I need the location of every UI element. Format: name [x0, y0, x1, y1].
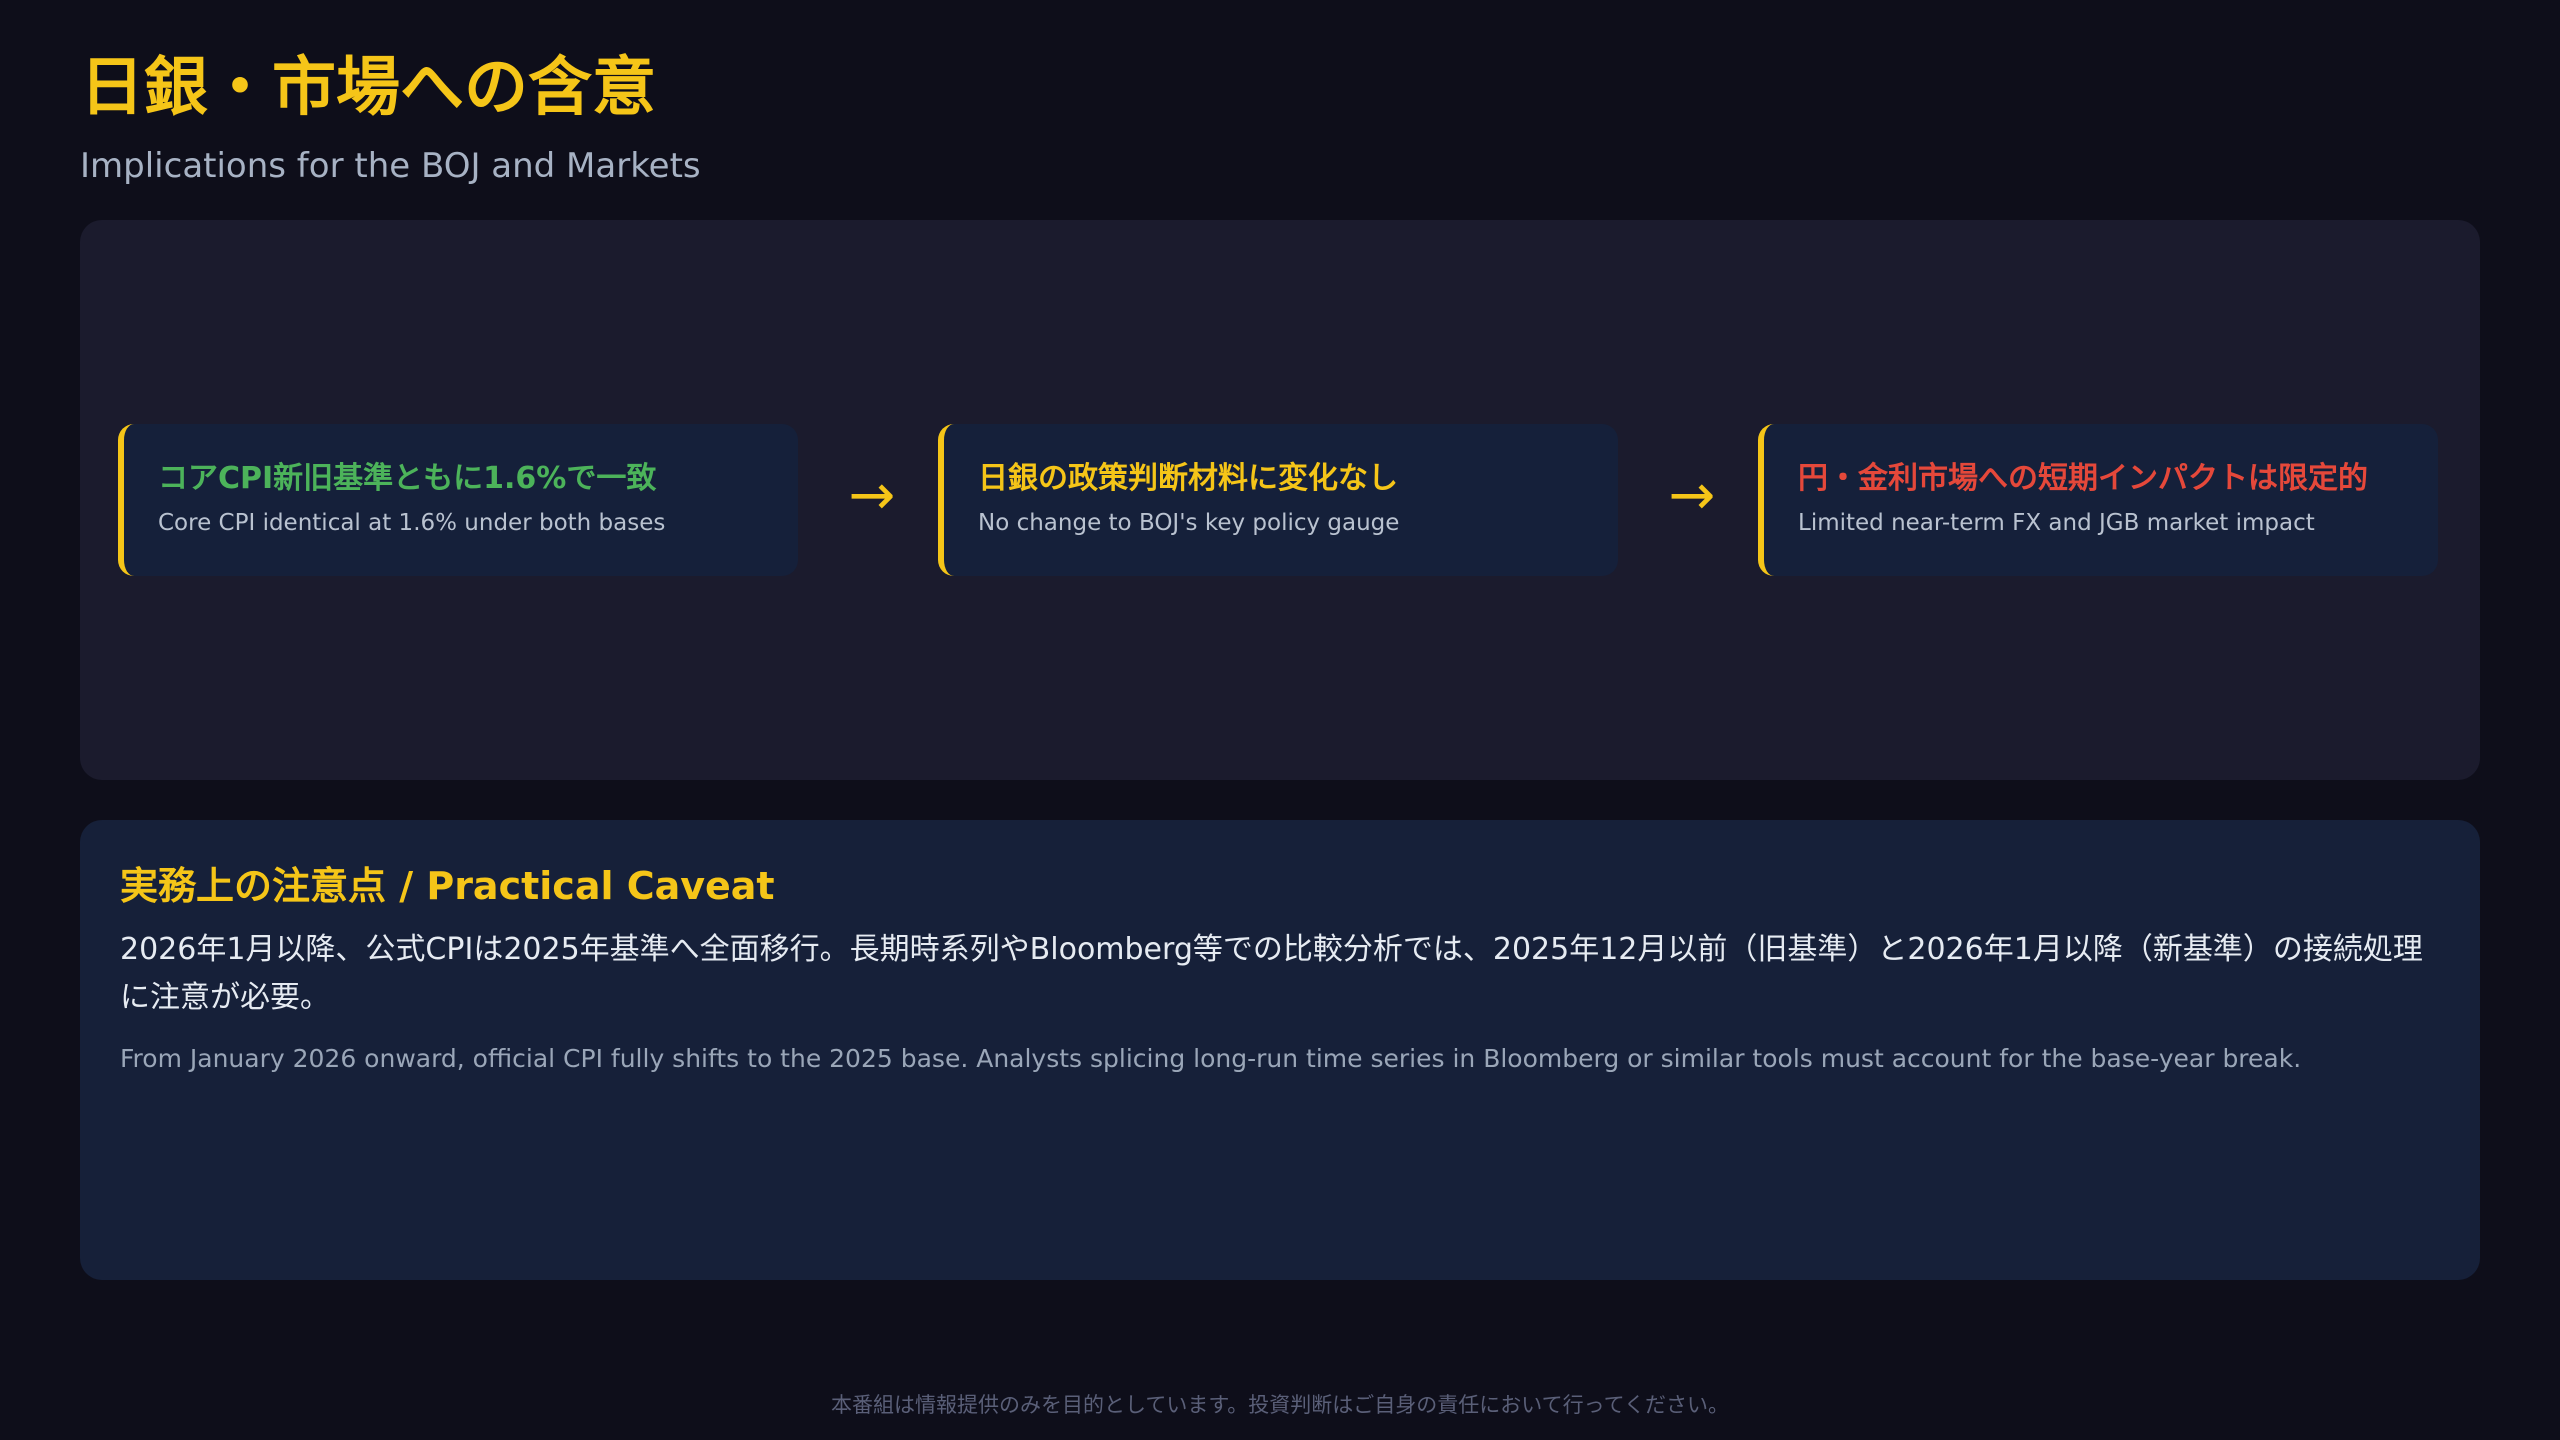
flow-step-subtitle: Limited near-term FX and JGB market impa… — [1798, 510, 2315, 536]
caveat-title: 実務上の注意点 / Practical Caveat — [120, 864, 775, 908]
practical-caveat-panel: 実務上の注意点 / Practical Caveat 2026年1月以降、公式C… — [80, 820, 2480, 1280]
slide: 日銀・市場への含意 Implications for the BOJ and M… — [0, 0, 2560, 1440]
arrow-right-icon: → — [1668, 463, 1716, 528]
flow-step-market-impact: 円・金利市場への短期インパクトは限定的 Limited near-term FX… — [1758, 424, 2438, 576]
caveat-body-japanese: 2026年1月以降、公式CPIは2025年基準へ全面移行。長期時系列やBloom… — [120, 932, 2423, 1015]
flow-step-title: 日銀の政策判断材料に変化なし — [978, 461, 1398, 496]
page-title: 日銀・市場への含意 — [80, 51, 656, 125]
footer-disclaimer: 本番組は情報提供のみを目的としています。投資判断はご自身の責任において行ってくだ… — [831, 1393, 1729, 1417]
implication-flow-panel: コアCPI新旧基準ともに1.6%で一致 Core CPI identical a… — [80, 220, 2480, 780]
flow-step-core-cpi: コアCPI新旧基準ともに1.6%で一致 Core CPI identical a… — [118, 424, 798, 576]
flow-step-subtitle: Core CPI identical at 1.6% under both ba… — [158, 510, 666, 536]
arrow-right-icon: → — [848, 463, 896, 528]
page-subtitle: Implications for the BOJ and Markets — [80, 146, 701, 186]
flow-step-title: 円・金利市場への短期インパクトは限定的 — [1798, 461, 2368, 496]
flow-step-boj-policy: 日銀の政策判断材料に変化なし No change to BOJ's key po… — [938, 424, 1618, 576]
flow-step-title: コアCPI新旧基準ともに1.6%で一致 — [158, 461, 657, 496]
caveat-body-english: From January 2026 onward, official CPI f… — [120, 1044, 2302, 1073]
flow-step-subtitle: No change to BOJ's key policy gauge — [978, 510, 1400, 536]
